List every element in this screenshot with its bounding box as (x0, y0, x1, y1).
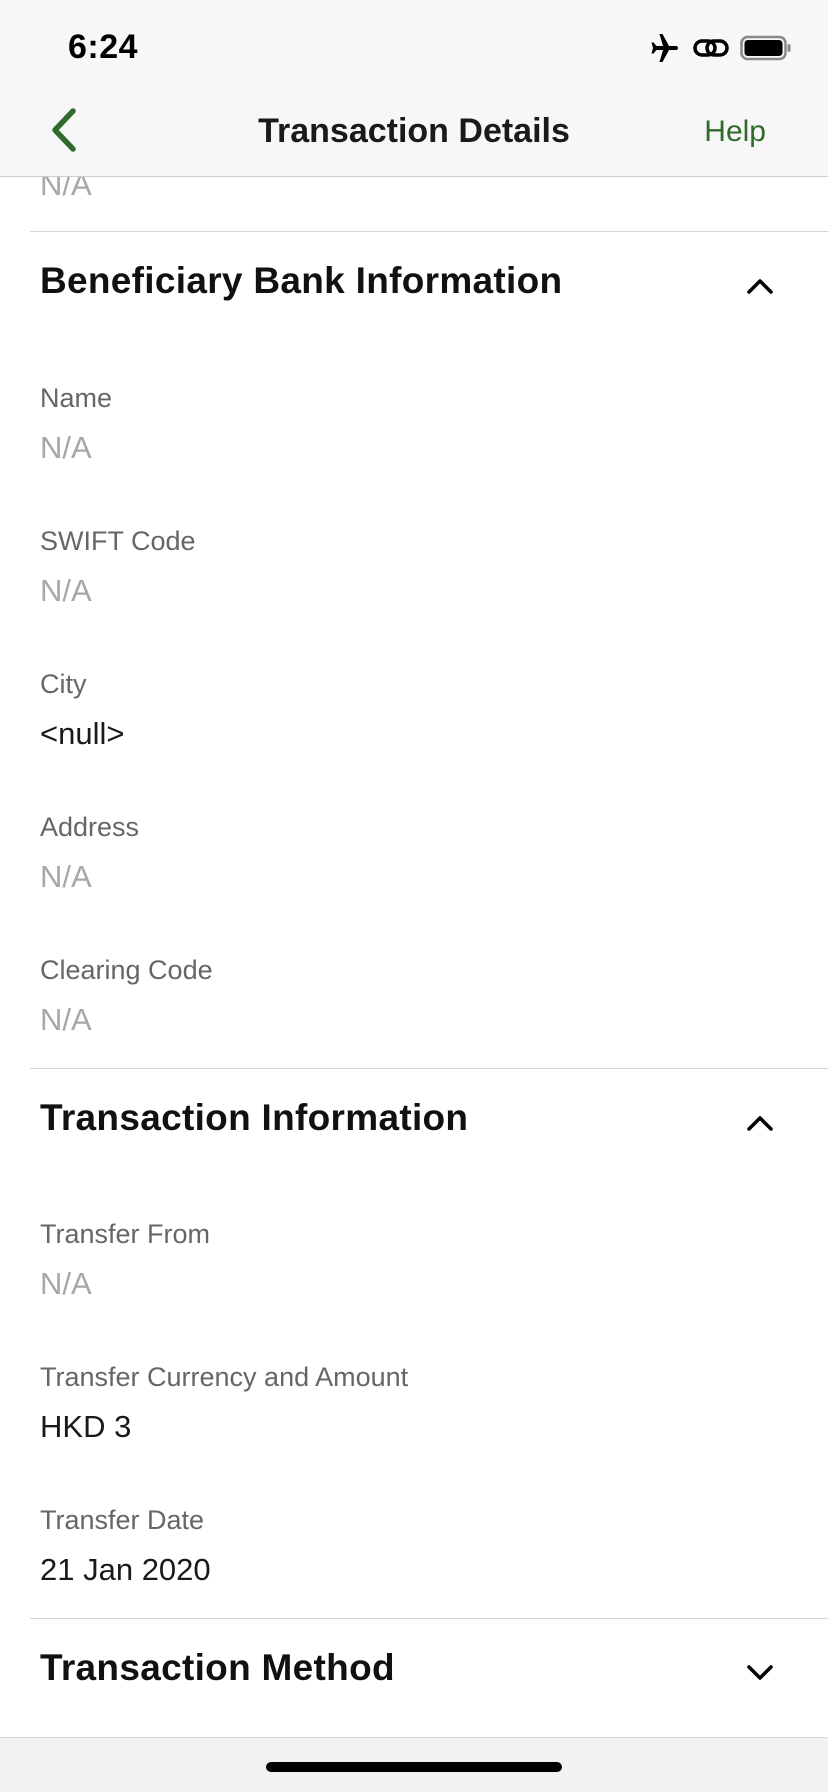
field-label-transfer-date: Transfer Date (40, 1505, 205, 1535)
section-title: Transaction Method (40, 1647, 395, 1688)
field-value-clearing-code: N/A (40, 1002, 92, 1037)
transaction-method-section-header[interactable]: Transaction Method (0, 1619, 828, 1729)
field-label-city: City (40, 669, 87, 699)
status-bar: 6:24 (0, 0, 828, 88)
section-title: Beneficiary Bank Information (40, 260, 563, 301)
details-content[interactable]: N/A Beneficiary Bank Information Name N/… (0, 177, 828, 1738)
section-title: Transaction Information (40, 1097, 469, 1138)
back-button[interactable] (36, 104, 92, 160)
home-indicator-area (0, 1737, 828, 1792)
status-time: 6:24 (68, 28, 139, 66)
field-value-address: N/A (40, 859, 92, 894)
field-value-transfer-from: N/A (40, 1266, 92, 1301)
transaction-details-screen: 6:24 Transaction Details Help N/A Benefi… (0, 0, 828, 1792)
partial-field-value: N/A (40, 177, 92, 202)
airplane-mode-icon (648, 33, 682, 68)
link-icon (692, 33, 730, 68)
field-label-swift-code: SWIFT Code (40, 526, 196, 556)
chevron-down-icon[interactable] (744, 1657, 776, 1689)
field-value-swift-code: N/A (40, 573, 92, 608)
field-value-name: N/A (40, 430, 92, 465)
field-label-clearing-code: Clearing Code (40, 955, 213, 985)
status-icons (648, 33, 792, 68)
help-button[interactable]: Help (704, 115, 766, 149)
home-indicator[interactable] (266, 1762, 562, 1772)
battery-icon (740, 35, 792, 66)
chevron-up-icon[interactable] (744, 1107, 776, 1139)
chevron-up-icon[interactable] (744, 270, 776, 302)
navigation-bar: Transaction Details Help (0, 88, 828, 177)
field-value-city: <null> (40, 716, 125, 751)
beneficiary-bank-section-header[interactable]: Beneficiary Bank Information (0, 232, 828, 342)
transaction-information-section-header[interactable]: Transaction Information (0, 1069, 828, 1179)
field-label-name: Name (40, 383, 113, 413)
field-value-transfer-amount: HKD 3 (40, 1409, 132, 1444)
chevron-left-icon (49, 107, 79, 158)
field-label-transfer-from: Transfer From (40, 1219, 211, 1249)
field-value-transfer-date: 21 Jan 2020 (40, 1552, 211, 1587)
field-label-transfer-amount: Transfer Currency and Amount (40, 1362, 409, 1392)
field-label-address: Address (40, 812, 140, 842)
